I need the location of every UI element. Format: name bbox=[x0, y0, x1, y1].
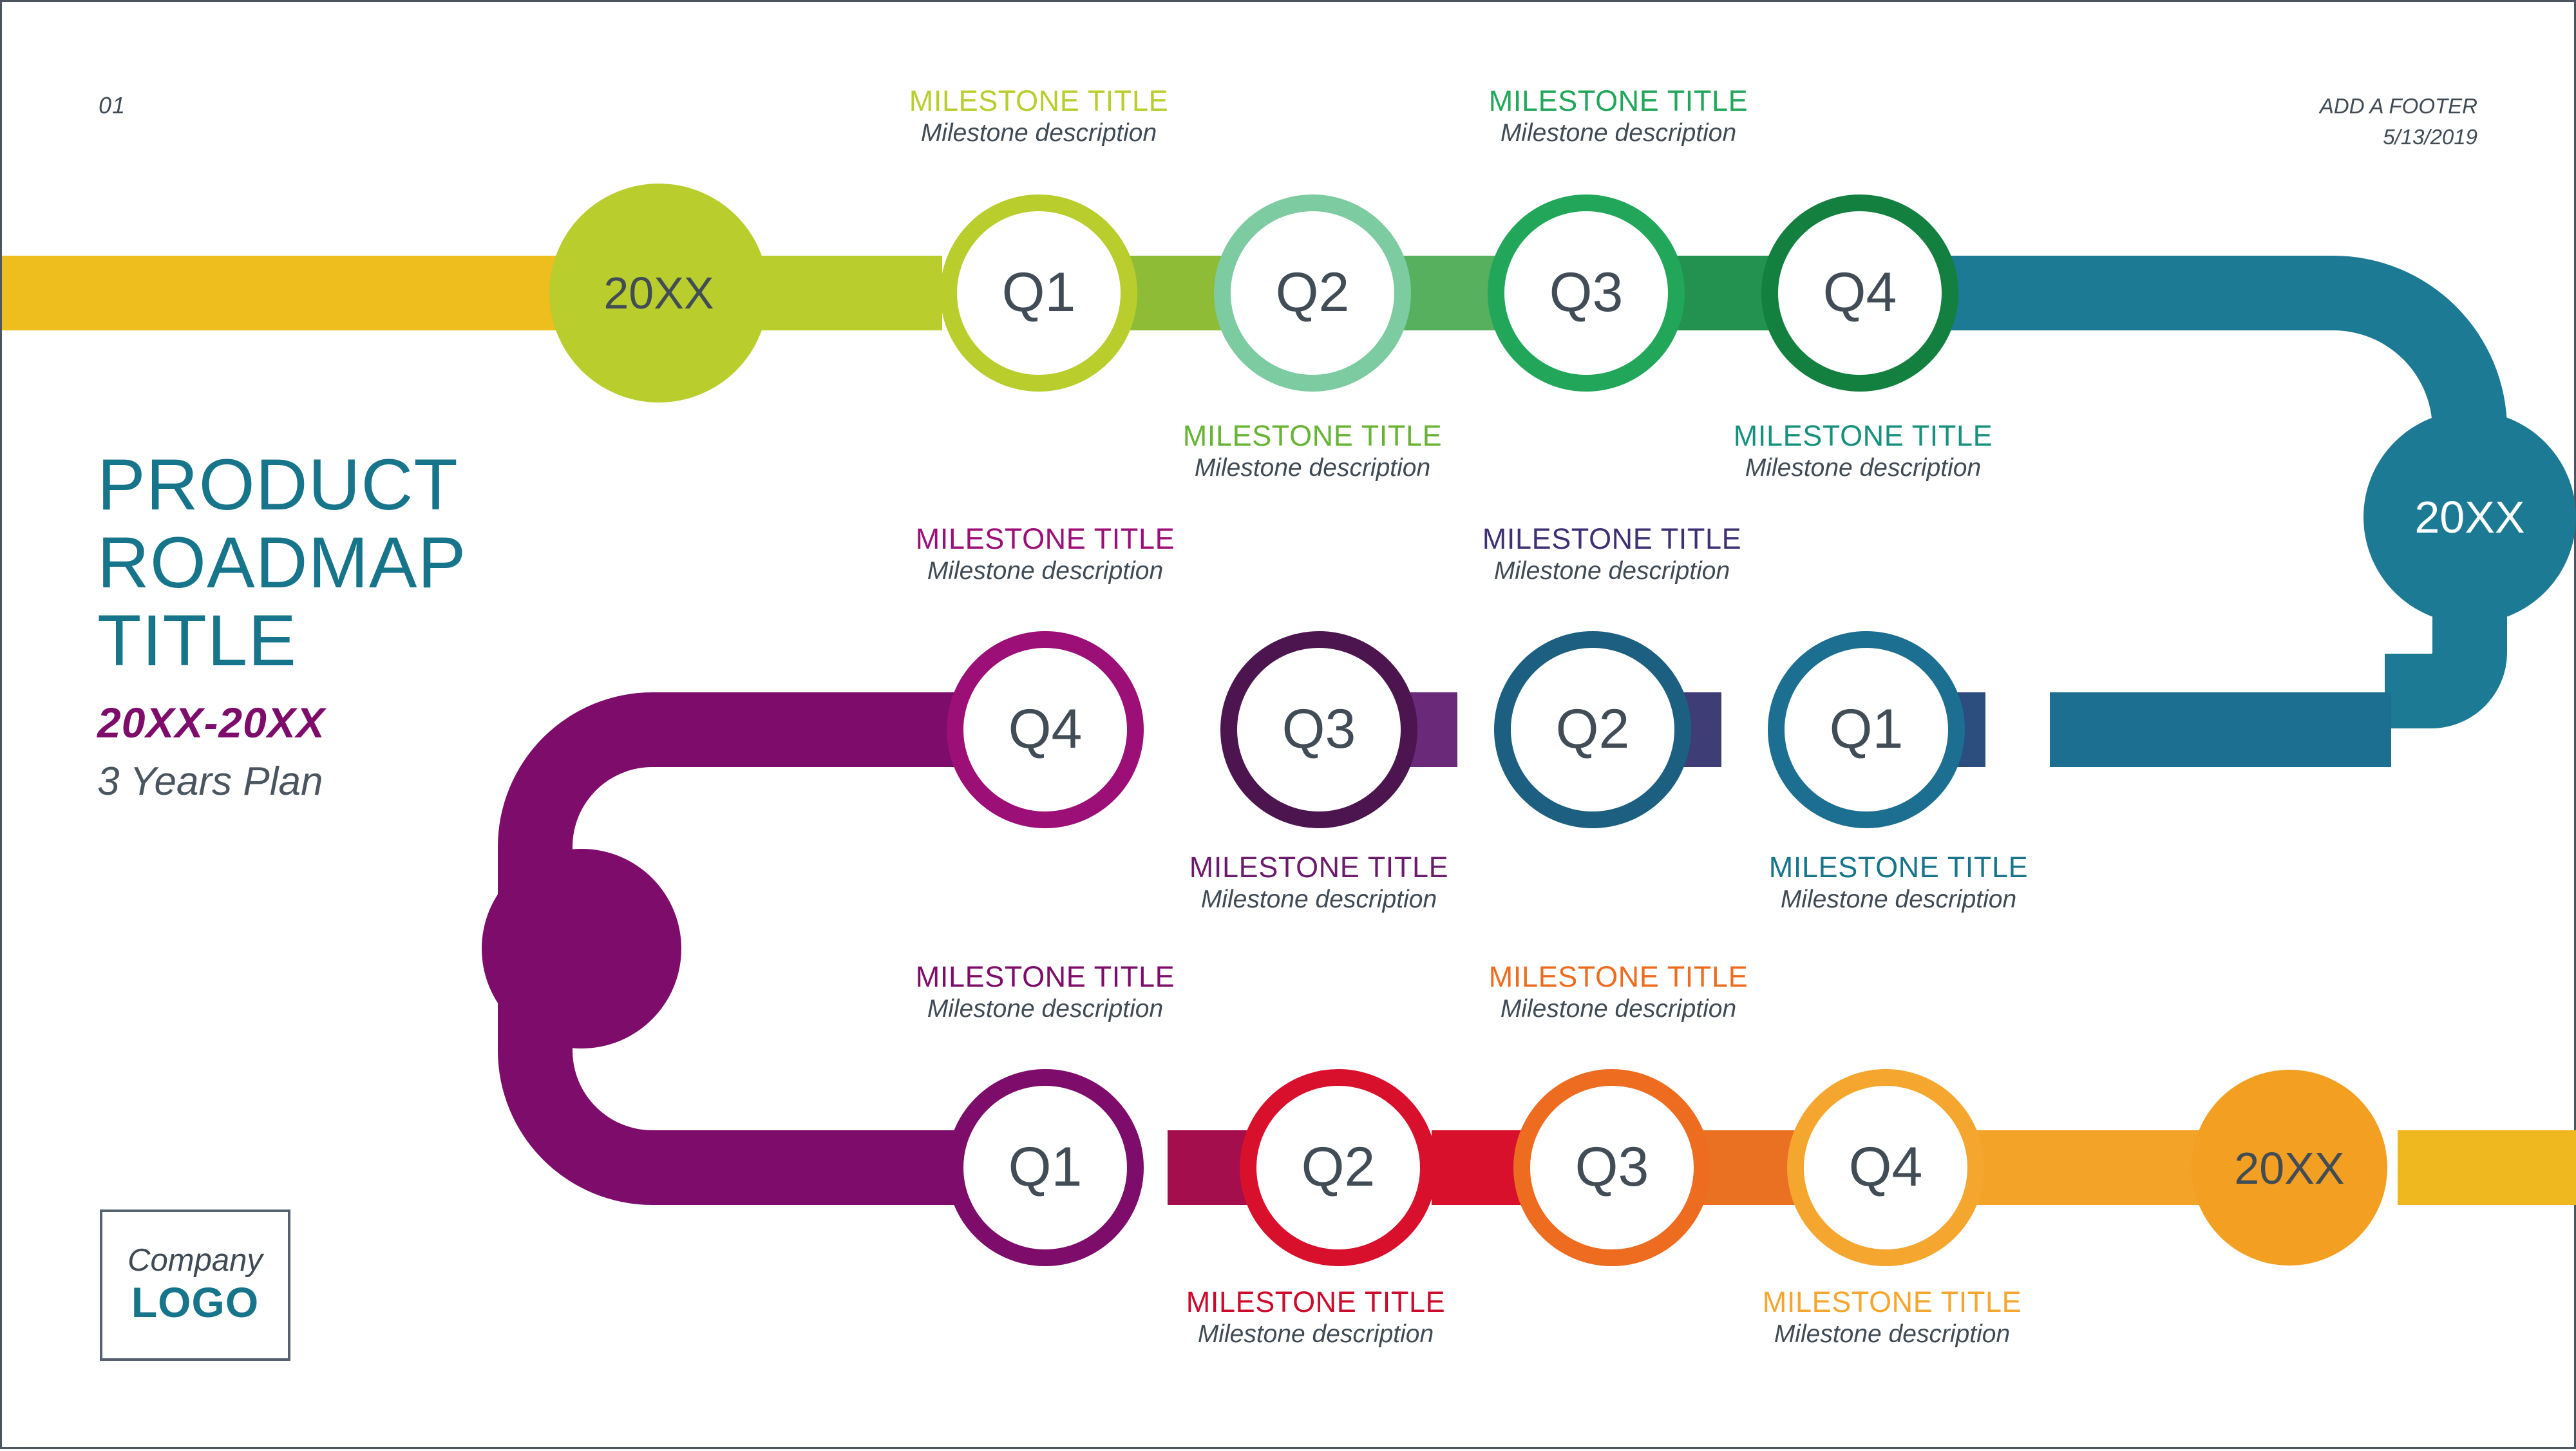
milestone-row1-q3: MILESTONE TITLE Milestone description bbox=[1374, 86, 1863, 147]
milestone-row2-q4: MILESTONE TITLE Milestone description bbox=[800, 524, 1290, 585]
quarter-label-row1-q3: Q3 bbox=[1549, 261, 1624, 323]
milestone-row3-q3: MILESTONE TITLE Milestone description bbox=[1374, 962, 1863, 1023]
milestone-description: Milestone description bbox=[1774, 1320, 2011, 1349]
year-node-row1-end-label: 20XX bbox=[2414, 492, 2525, 542]
milestone-title: MILESTONE TITLE bbox=[1182, 419, 1443, 452]
milestone-row1-q2: MILESTONE TITLE Milestone description bbox=[1068, 421, 1557, 482]
milestone-row3-q1: MILESTONE TITLE Milestone description bbox=[800, 962, 1290, 1023]
milestone-description: Milestone description bbox=[1500, 995, 1737, 1023]
milestone-description: Milestone description bbox=[1194, 454, 1431, 482]
quarter-label-row2-q4: Q4 bbox=[1008, 698, 1083, 760]
milestone-row3-q2: MILESTONE TITLE Milestone description bbox=[1071, 1287, 1560, 1349]
milestone-row1-q4: MILESTONE TITLE Milestone description bbox=[1618, 421, 2108, 482]
quarter-label-row3-q4: Q4 bbox=[1848, 1136, 1923, 1198]
roadmap-slide: 01 ADD A FOOTER 5/13/2019 PRODUCT ROADMA… bbox=[2, 2, 2576, 1447]
quarter-label-row3-q3: Q3 bbox=[1575, 1136, 1649, 1198]
quarter-label-row1-q4: Q4 bbox=[1823, 261, 1897, 323]
quarter-label-row3-q2: Q2 bbox=[1301, 1136, 1376, 1198]
milestone-title: MILESTONE TITLE bbox=[1733, 419, 1993, 452]
milestone-title: MILESTONE TITLE bbox=[915, 960, 1175, 993]
quarter-label-row2-q2: Q2 bbox=[1555, 698, 1630, 760]
milestone-description: Milestone description bbox=[1500, 119, 1737, 147]
milestone-description: Milestone description bbox=[1200, 886, 1437, 914]
quarter-label-row2-q1: Q1 bbox=[1829, 698, 1904, 760]
milestone-description: Milestone description bbox=[1197, 1320, 1434, 1349]
quarter-label-row3-q1: Q1 bbox=[1008, 1136, 1083, 1198]
milestone-title: MILESTONE TITLE bbox=[1482, 522, 1742, 555]
milestone-title: MILESTONE TITLE bbox=[1186, 1285, 1446, 1318]
milestone-title: MILESTONE TITLE bbox=[1768, 851, 2029, 884]
track-segment-row1-start bbox=[2, 256, 582, 330]
track-segment-row3-tail bbox=[2398, 1130, 2576, 1205]
milestone-title: MILESTONE TITLE bbox=[1189, 851, 1449, 884]
track-segment-row2-a bbox=[2050, 692, 2391, 767]
milestone-description: Milestone description bbox=[920, 119, 1157, 147]
quarter-label-row1-q2: Q2 bbox=[1275, 261, 1350, 323]
milestone-title: MILESTONE TITLE bbox=[915, 522, 1175, 555]
milestone-row1-q1: MILESTONE TITLE Milestone description bbox=[794, 86, 1283, 147]
milestone-row2-q3: MILESTONE TITLE Milestone description bbox=[1074, 852, 1564, 914]
year-node-row1-start-label: 20XX bbox=[603, 268, 714, 318]
milestone-description: Milestone description bbox=[1493, 557, 1730, 585]
milestone-title: MILESTONE TITLE bbox=[909, 84, 1169, 117]
milestone-description: Milestone description bbox=[927, 995, 1164, 1023]
milestone-description: Milestone description bbox=[927, 557, 1164, 585]
milestone-title: MILESTONE TITLE bbox=[1488, 84, 1748, 117]
quarter-label-row1-q1: Q1 bbox=[1001, 261, 1076, 323]
milestone-title: MILESTONE TITLE bbox=[1762, 1285, 2022, 1318]
milestone-title: MILESTONE TITLE bbox=[1488, 960, 1748, 993]
milestone-row2-q2: MILESTONE TITLE Milestone description bbox=[1367, 524, 1857, 585]
quarter-label-row2-q3: Q3 bbox=[1282, 698, 1356, 760]
milestone-row3-q4: MILESTONE TITLE Milestone description bbox=[1647, 1287, 2137, 1349]
year-node-row3-end-label: 20XX bbox=[2234, 1143, 2345, 1193]
milestone-row2-q1: MILESTONE TITLE Milestone description bbox=[1654, 852, 2143, 914]
milestone-description: Milestone description bbox=[1780, 886, 2017, 914]
milestone-description: Milestone description bbox=[1745, 454, 1982, 482]
